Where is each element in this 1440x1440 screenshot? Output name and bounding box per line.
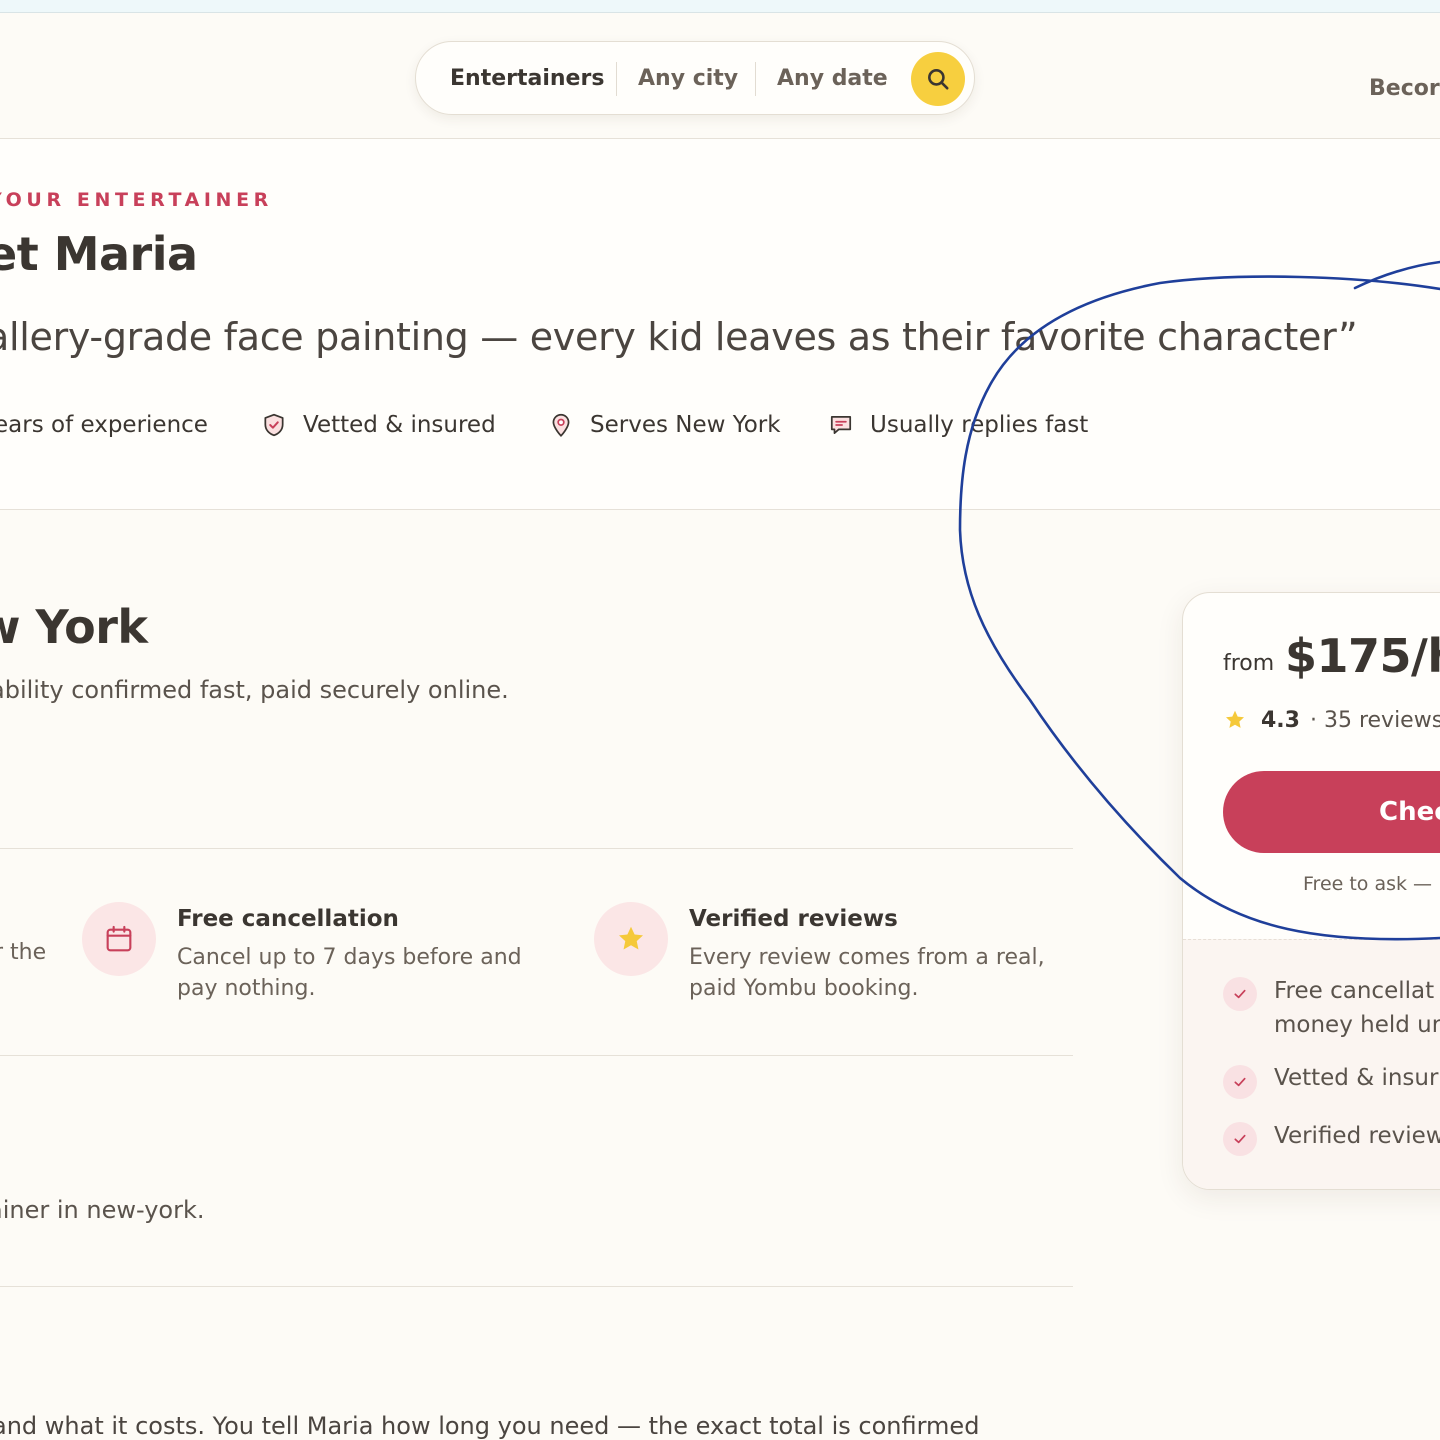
star-icon xyxy=(594,902,668,976)
top-strip xyxy=(0,0,1440,13)
guarantee-text: Verified review xyxy=(1274,1123,1440,1149)
profile-hero: YOUR ENTERTAINER et Maria allery-grade f… xyxy=(0,139,1440,510)
city-subtitle: ability confirmed fast, paid securely on… xyxy=(0,676,509,704)
section-divider xyxy=(0,1286,1073,1287)
site-header: Entertainers Any city Any date Becor xyxy=(0,13,1440,139)
check-icon xyxy=(1223,977,1257,1011)
check-icon xyxy=(1223,1065,1257,1099)
section-divider xyxy=(0,1055,1073,1056)
guarantee-text: money held ur xyxy=(1274,1012,1440,1038)
fact-vetted: Vetted & insured xyxy=(261,407,496,443)
search-icon xyxy=(928,69,949,90)
search-bar[interactable]: Entertainers Any city Any date xyxy=(415,41,975,115)
chat-bubble-icon xyxy=(828,412,854,438)
become-entertainer-link[interactable]: Becor xyxy=(1369,26,1440,151)
fact-location: Serves New York xyxy=(548,407,781,443)
search-city[interactable]: Any city xyxy=(638,42,738,116)
trust-item-partial: r the xyxy=(0,940,47,965)
trust-title: Free cancellation xyxy=(177,906,399,932)
search-divider xyxy=(616,62,617,96)
fact-label: Vetted & insured xyxy=(303,412,496,438)
trust-description: Every review comes from a real, paid Yom… xyxy=(689,945,1045,1001)
rating-row: 4.3 · 35 reviews xyxy=(1223,705,1440,735)
price-prefix: from xyxy=(1223,651,1275,676)
search-divider xyxy=(755,62,756,96)
search-category[interactable]: Entertainers xyxy=(450,42,604,116)
section-divider xyxy=(0,848,1073,849)
fact-response: Usually replies fast xyxy=(828,407,1088,443)
facts-row: ears of experience Vetted & insured Serv… xyxy=(0,407,1200,443)
calendar-icon xyxy=(82,902,156,976)
review-count[interactable]: · 35 reviews xyxy=(1310,708,1440,733)
search-date[interactable]: Any date xyxy=(777,42,888,116)
trust-item-reviews: Verified reviews Every review comes from… xyxy=(594,902,1074,1022)
trust-item-cancellation: Free cancellation Cancel up to 7 days be… xyxy=(82,902,562,1022)
search-button[interactable] xyxy=(911,52,965,106)
trust-description: Cancel up to 7 days before and pay nothi… xyxy=(177,945,522,1001)
fact-label: ears of experience xyxy=(0,412,208,438)
trust-title: Verified reviews xyxy=(689,906,898,932)
guarantee-text: Vetted & insur xyxy=(1274,1065,1439,1091)
price-value: $175/h xyxy=(1285,629,1440,683)
fact-experience: ears of experience xyxy=(0,407,208,443)
entertainer-tagline: allery-grade face painting — every kid l… xyxy=(0,315,1358,359)
free-to-ask-note: Free to ask — xyxy=(1303,873,1433,895)
entertainer-name: et Maria xyxy=(0,227,198,281)
rating-value: 4.3 xyxy=(1261,707,1300,733)
fact-label: Usually replies fast xyxy=(870,412,1089,438)
fact-label: Serves New York xyxy=(590,412,781,438)
check-icon xyxy=(1223,1122,1257,1156)
pricing-description: and what it costs. You tell Maria how lo… xyxy=(0,1412,980,1440)
map-pin-icon xyxy=(548,412,574,438)
eyebrow-label: YOUR ENTERTAINER xyxy=(0,189,273,211)
guarantee-text: Free cancellat xyxy=(1274,978,1435,1004)
city-heading: w York xyxy=(0,600,148,654)
booking-card: from $175/h 4.3 · 35 reviews Chec Free t… xyxy=(1182,592,1440,1190)
check-availability-button[interactable]: Chec xyxy=(1223,771,1440,853)
booking-guarantees: Free cancellat money held ur Vetted & in… xyxy=(1183,939,1440,1189)
shield-check-icon xyxy=(261,412,287,438)
keyword-line: ainer in new-york. xyxy=(0,1196,205,1224)
star-icon xyxy=(1226,710,1244,728)
